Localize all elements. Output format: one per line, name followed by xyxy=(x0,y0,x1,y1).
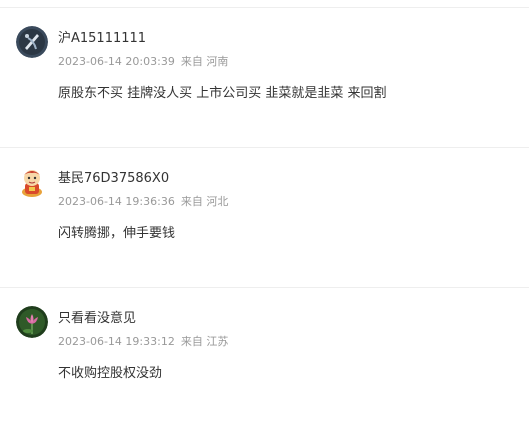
dark-abstract-avatar-icon xyxy=(16,26,48,58)
comment-username[interactable]: 沪A15111111 xyxy=(58,31,146,47)
comment-meta: 2023-06-14 19:36:36 来自 河北 xyxy=(58,195,228,209)
comment-location: 来自 河北 xyxy=(180,195,229,208)
cartoon-figure-avatar-icon xyxy=(16,166,48,198)
comment-username[interactable]: 基民76D37586X0 xyxy=(58,171,169,187)
comment-item: 沪A15111111 2023-06-14 20:03:39 来自 河南 原股东不… xyxy=(0,8,529,148)
comment-datetime: 2023-06-14 20:03:39 xyxy=(58,55,175,68)
comment-item: 基民76D37586X0 2023-06-14 19:36:36 来自 河北 闪转… xyxy=(0,148,529,288)
comment-content: 闪转腾挪，伸手要钱 xyxy=(58,226,176,241)
user-avatar[interactable] xyxy=(16,306,48,338)
comment-item: 只看看没意见 2023-06-14 19:33:12 来自 江苏 不收购控股权没劲 xyxy=(0,288,529,428)
lotus-flower-avatar-icon xyxy=(16,306,48,338)
comment-location: 来自 河南 xyxy=(180,55,229,68)
comment-meta: 2023-06-14 20:03:39 来自 河南 xyxy=(58,55,228,69)
comment-datetime: 2023-06-14 19:36:36 xyxy=(58,195,175,208)
comment-datetime: 2023-06-14 19:33:12 xyxy=(58,335,175,348)
user-avatar[interactable] xyxy=(16,26,48,58)
comment-username[interactable]: 只看看没意见 xyxy=(58,311,136,327)
comment-meta: 2023-06-14 19:33:12 来自 江苏 xyxy=(58,335,228,349)
comment-location: 来自 江苏 xyxy=(180,335,229,348)
comment-content: 不收购控股权没劲 xyxy=(58,366,163,381)
comment-content: 原股东不买 挂牌没人买 上市公司买 韭菜就是韭菜 来回割 xyxy=(58,86,387,101)
user-avatar[interactable] xyxy=(16,166,48,198)
